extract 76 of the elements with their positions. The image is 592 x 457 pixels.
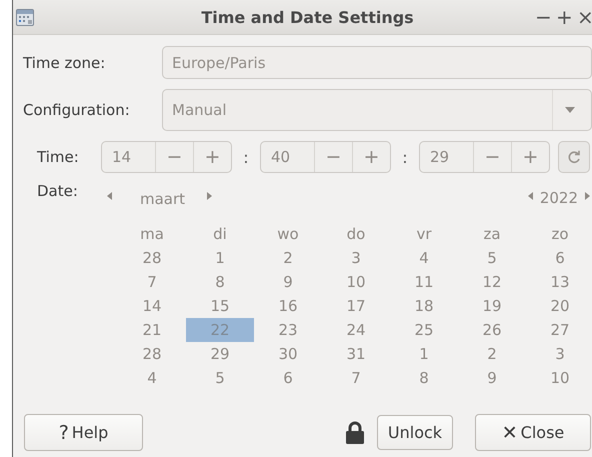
field-label: Time: bbox=[37, 148, 80, 166]
selected-day[interactable]: 22 bbox=[186, 318, 254, 342]
dropdown-arrow-icon bbox=[565, 107, 575, 113]
day-cell[interactable]: 3 bbox=[526, 342, 592, 366]
calendar-icon bbox=[16, 8, 34, 26]
unlock-button[interactable]: Unlock bbox=[377, 415, 453, 450]
previous-year-icon[interactable] bbox=[528, 192, 533, 200]
day-cell[interactable]: 23 bbox=[254, 318, 322, 342]
day-cell[interactable]: 16 bbox=[254, 294, 322, 318]
next-month-icon[interactable] bbox=[207, 192, 212, 200]
day-cell[interactable]: 20 bbox=[526, 294, 592, 318]
day-cell[interactable]: 8 bbox=[186, 270, 254, 294]
day-cell[interactable]: 1 bbox=[186, 246, 254, 270]
day-cell[interactable]: 25 bbox=[390, 318, 458, 342]
day-cell[interactable]: 28 bbox=[118, 246, 186, 270]
day-cell[interactable]: 8 bbox=[390, 366, 458, 390]
weekday-label: wo bbox=[276, 224, 300, 245]
day-cell[interactable]: 11 bbox=[390, 270, 458, 294]
configuration-dropdown[interactable]: Manual bbox=[162, 89, 592, 131]
day-cell[interactable]: 28 bbox=[118, 342, 186, 366]
maximize-button[interactable]: + bbox=[556, 5, 571, 29]
day-cell[interactable]: 27 bbox=[526, 318, 592, 342]
day-cell[interactable]: 4 bbox=[390, 246, 458, 270]
month-label: maart bbox=[140, 189, 186, 208]
day-cell[interactable]: 24 bbox=[322, 318, 390, 342]
time-separator: : bbox=[242, 148, 250, 166]
close-button[interactable]: ✕Close bbox=[475, 414, 591, 451]
day-cell[interactable]: 1 bbox=[390, 342, 458, 366]
day-cell[interactable]: 6 bbox=[254, 366, 322, 390]
weekday-label: zo bbox=[550, 224, 570, 245]
day-cell[interactable]: 21 bbox=[118, 318, 186, 342]
day-cell[interactable]: 10 bbox=[526, 366, 592, 390]
day-cell[interactable]: 9 bbox=[254, 270, 322, 294]
refresh-icon bbox=[567, 150, 581, 164]
day-cell[interactable]: 12 bbox=[458, 270, 526, 294]
day-cell[interactable]: 5 bbox=[186, 366, 254, 390]
weekday-label: di bbox=[212, 224, 228, 245]
day-cell[interactable]: 18 bbox=[390, 294, 458, 318]
day-cell[interactable]: 4 bbox=[118, 366, 186, 390]
weekday-label: do bbox=[346, 224, 366, 245]
time-zone-field[interactable]: Europe/Paris bbox=[162, 46, 592, 79]
next-year-icon[interactable] bbox=[585, 192, 590, 200]
help-button[interactable]: ?Help bbox=[24, 414, 143, 451]
window-title: Time and Date Settings bbox=[200, 8, 415, 26]
dropdown-value: Manual bbox=[172, 101, 228, 119]
year-label: 2022 bbox=[540, 188, 578, 207]
weekday-label: ma bbox=[139, 224, 165, 245]
day-cell[interactable]: 31 bbox=[322, 342, 390, 366]
field-label: Configuration: bbox=[23, 101, 131, 119]
day-cell[interactable]: 14 bbox=[118, 294, 186, 318]
day-cell[interactable]: 15 bbox=[186, 294, 254, 318]
day-cell[interactable]: 2 bbox=[254, 246, 322, 270]
minimize-button[interactable]: − bbox=[535, 5, 550, 29]
lock-icon bbox=[345, 420, 365, 444]
day-cell[interactable]: 26 bbox=[458, 318, 526, 342]
weekday-label: za bbox=[482, 224, 502, 245]
field-label: Time zone: bbox=[23, 54, 106, 72]
day-cell[interactable]: 13 bbox=[526, 270, 592, 294]
previous-month-icon[interactable] bbox=[107, 192, 112, 200]
day-cell[interactable]: 10 bbox=[322, 270, 390, 294]
weekday-label: vr bbox=[415, 224, 433, 245]
day-cell[interactable]: 6 bbox=[526, 246, 592, 270]
day-cell[interactable]: 7 bbox=[118, 270, 186, 294]
day-cell[interactable]: 7 bbox=[322, 366, 390, 390]
day-cell[interactable]: 17 bbox=[322, 294, 390, 318]
day-cell[interactable]: 2 bbox=[458, 342, 526, 366]
day-cell[interactable]: 30 bbox=[254, 342, 322, 366]
field-label: Date: bbox=[37, 182, 79, 200]
close-button[interactable]: × bbox=[577, 5, 592, 29]
time-separator: : bbox=[401, 148, 409, 166]
day-cell[interactable]: 19 bbox=[458, 294, 526, 318]
day-cell[interactable]: 29 bbox=[186, 342, 254, 366]
day-cell[interactable]: 9 bbox=[458, 366, 526, 390]
day-cell[interactable]: 5 bbox=[458, 246, 526, 270]
refresh-button[interactable] bbox=[558, 141, 590, 173]
day-cell[interactable]: 3 bbox=[322, 246, 390, 270]
